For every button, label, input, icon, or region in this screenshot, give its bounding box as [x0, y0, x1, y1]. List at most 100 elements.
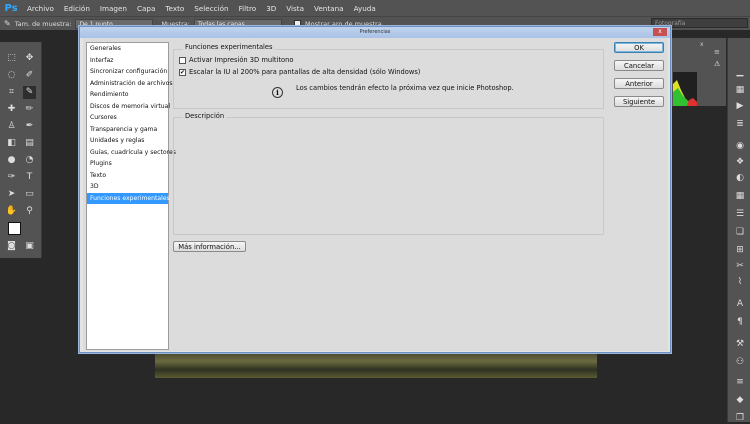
photoshop-logo: Ps	[4, 2, 18, 14]
category-item[interactable]: 3D	[87, 181, 168, 193]
brush-presets-icon[interactable]: ⌇	[734, 276, 746, 288]
menu-bar: Ps Archivo Edición Imagen Capa Texto Sel…	[0, 0, 750, 16]
menu-3d[interactable]: 3D	[261, 4, 281, 13]
category-item[interactable]: Interfaz	[87, 55, 168, 67]
foreground-color-swatch[interactable]	[8, 222, 21, 235]
layers-icon[interactable]: ❏	[734, 226, 746, 238]
menu-filtro[interactable]: Filtro	[234, 4, 262, 13]
brush-tool-icon[interactable]: ✏	[23, 103, 36, 116]
category-item[interactable]: Guías, cuadrícula y sectores	[87, 147, 176, 159]
ok-button[interactable]: OK	[614, 42, 664, 53]
histogram-graph	[673, 72, 697, 106]
gradient-tool-icon[interactable]: ▤	[23, 137, 36, 150]
type-tool-icon[interactable]: T	[23, 171, 36, 184]
info-icon: i	[272, 87, 283, 98]
adjustments-icon[interactable]: ◉	[734, 140, 746, 152]
category-item[interactable]: Plugins	[87, 158, 168, 170]
next-button[interactable]: Siguiente	[614, 96, 664, 107]
scale-ui-checkbox[interactable]: ✔	[179, 69, 186, 76]
sample-size-label: Tam. de muestra:	[14, 19, 72, 28]
channels-icon[interactable]: ⊞	[734, 244, 746, 256]
crop-tool-icon[interactable]: ⌗	[5, 86, 18, 99]
tools-panel: ⬚ ✥ ◌ ✐ ⌗ ✎ ✚ ✏ ♙ ✒ ◧ ▤ ● ◔ ✑ T ➤ ▭ ✋ ⚲ …	[0, 42, 42, 258]
healing-brush-icon[interactable]: ✚	[5, 103, 18, 116]
actions-icon[interactable]: ▶	[734, 100, 746, 112]
menu-archivo[interactable]: Archivo	[22, 4, 59, 13]
styles-icon[interactable]: ❖	[734, 156, 746, 168]
shape-tool-icon[interactable]: ▭	[23, 188, 36, 201]
warning-icon[interactable]: ⚠	[714, 60, 720, 68]
color-icon[interactable]: ◐	[734, 172, 746, 184]
experimental-group-title: Funciones experimentales	[183, 43, 275, 51]
close-button[interactable]: x	[653, 28, 667, 36]
menu-ayuda[interactable]: Ayuda	[349, 4, 381, 13]
properties-icon[interactable]: ☰	[734, 208, 746, 220]
quick-select-icon[interactable]: ✐	[23, 69, 36, 82]
quick-mask-icon[interactable]: ◙	[5, 240, 18, 253]
histogram-chart	[673, 80, 697, 106]
canvas-image	[155, 350, 597, 378]
tool-presets-icon[interactable]: ⚒	[734, 338, 746, 350]
history-icon[interactable]: ≣	[734, 118, 746, 130]
menu-vista[interactable]: Vista	[281, 4, 309, 13]
histogram-icon[interactable]: ▁	[734, 66, 746, 78]
eyedropper-tool-icon[interactable]: ✎	[23, 86, 36, 99]
menu-texto[interactable]: Texto	[160, 4, 189, 13]
category-list: Generales Interfaz Sincronizar configura…	[86, 42, 176, 350]
paragraph-icon[interactable]: ¶	[734, 316, 746, 328]
hand-tool-icon[interactable]: ✋	[5, 205, 18, 218]
category-item[interactable]: Texto	[87, 170, 168, 182]
paths-icon[interactable]: ✂	[734, 260, 746, 272]
menu-imagen[interactable]: Imagen	[95, 4, 132, 13]
blur-tool-icon[interactable]: ●	[5, 154, 18, 167]
stamp-tool-icon[interactable]: ♙	[5, 120, 18, 133]
timeline-icon[interactable]: ≡	[734, 376, 746, 388]
pen-tool-icon[interactable]: ✑	[5, 171, 18, 184]
eyedropper-icon[interactable]: ✎	[4, 19, 11, 28]
zoom-tool-icon[interactable]: ⚲	[23, 205, 36, 218]
clone-source-icon[interactable]: ⚇	[734, 356, 746, 368]
3d-icon[interactable]: ◆	[734, 394, 746, 406]
category-item[interactable]: Generales	[87, 43, 168, 55]
description-group	[173, 117, 604, 235]
info-message: Los cambios tendrán efecto la próxima ve…	[296, 84, 514, 92]
history-brush-icon[interactable]: ✒	[23, 120, 36, 133]
layer-comps-icon[interactable]: ❐	[734, 412, 746, 424]
category-item[interactable]: Administración de archivos	[87, 78, 173, 90]
category-item[interactable]: Transparencia y gama	[87, 124, 168, 136]
navigator-icon[interactable]: ▦	[734, 84, 746, 96]
category-item[interactable]: Sincronizar configuración	[87, 66, 168, 78]
scale-ui-label: Escalar la IU al 200% para pantallas de …	[189, 68, 421, 76]
description-group-title: Descripción	[183, 112, 227, 120]
dialog-title: Preferencias	[359, 29, 391, 35]
category-item[interactable]: Cursores	[87, 112, 168, 124]
more-info-button[interactable]: Más información...	[173, 241, 246, 252]
screen-mode-icon[interactable]: ▣	[23, 240, 36, 253]
category-item[interactable]: Unidades y reglas	[87, 135, 168, 147]
menu-ventana[interactable]: Ventana	[309, 4, 349, 13]
panel-close-icon[interactable]: x	[700, 41, 704, 48]
category-item[interactable]: Discos de memoria virtual	[87, 101, 170, 113]
marquee-tool-icon[interactable]: ⬚	[5, 52, 18, 65]
menu-edicion[interactable]: Edición	[59, 4, 95, 13]
eraser-tool-icon[interactable]: ◧	[5, 137, 18, 150]
cancel-button[interactable]: Cancelar	[614, 60, 664, 71]
histogram-red	[687, 98, 697, 106]
category-item[interactable]: Rendimiento	[87, 89, 168, 101]
panel-menu-icon[interactable]: ≡	[714, 48, 720, 56]
dodge-tool-icon[interactable]: ◔	[23, 154, 36, 167]
dialog-titlebar[interactable]: Preferencias x	[80, 27, 670, 38]
menu-seleccion[interactable]: Selección	[189, 4, 233, 13]
multitone-3d-checkbox[interactable]	[179, 57, 186, 64]
lasso-tool-icon[interactable]: ◌	[5, 69, 18, 82]
previous-button[interactable]: Anterior	[614, 78, 664, 89]
path-select-icon[interactable]: ➤	[5, 188, 18, 201]
move-tool-icon[interactable]: ✥	[23, 52, 36, 65]
multitone-3d-label: Activar Impresión 3D multitono	[189, 56, 294, 64]
category-item-selected[interactable]: Funciones experimentales	[87, 192, 170, 204]
menu-capa[interactable]: Capa	[132, 4, 160, 13]
swatches-icon[interactable]: ▦	[734, 190, 746, 202]
preferences-dialog: Preferencias x Generales Interfaz Sincro…	[79, 26, 671, 353]
right-dock: ▁ ▦ ▶ ≣ ◉ ❖ ◐ ▦ ☰ ❏ ⊞ ✂ ⌇ A ¶ ⚒ ⚇ ≡ ◆ ❐	[727, 38, 750, 424]
character-icon[interactable]: A	[734, 298, 746, 310]
